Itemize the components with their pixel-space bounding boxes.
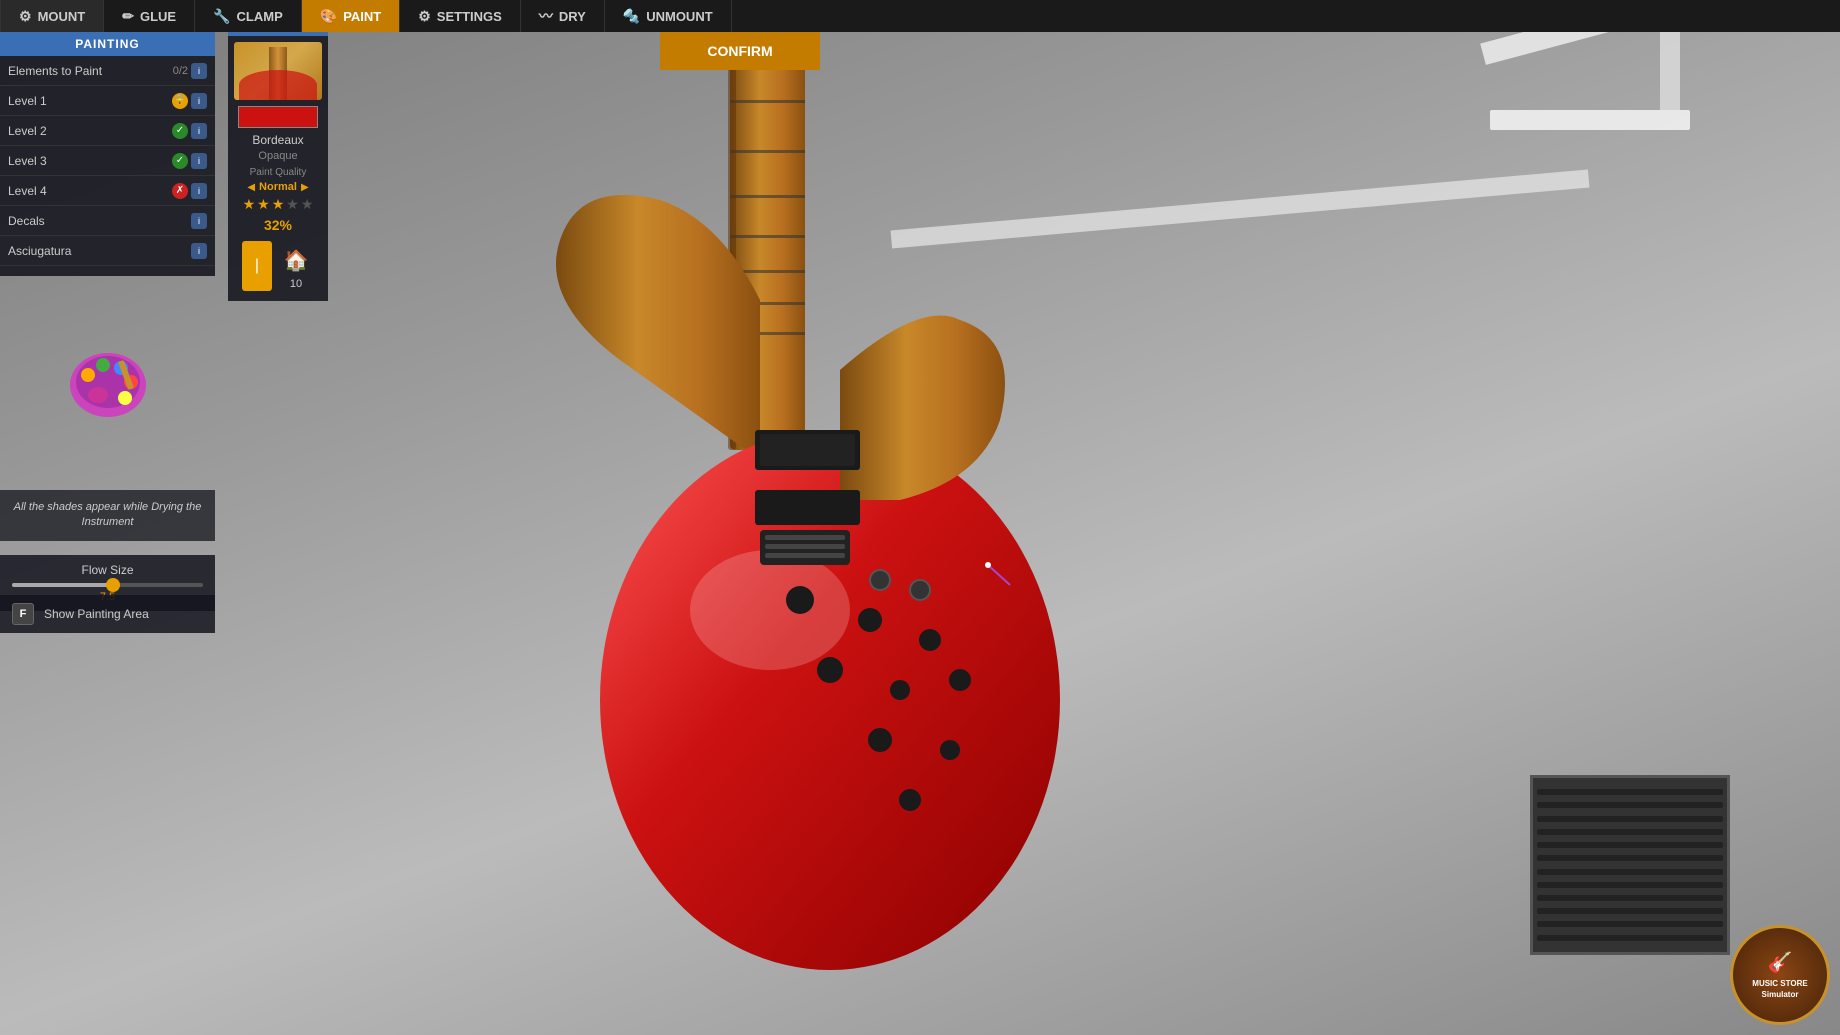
decals-row: Decals i bbox=[0, 206, 215, 236]
level1-row: Level 1 🔒 i bbox=[0, 86, 215, 116]
nav-unmount[interactable]: 🔩 UNMOUNT bbox=[605, 0, 732, 32]
star-2: ★ bbox=[257, 196, 270, 213]
opacity-label: Opaque bbox=[228, 150, 328, 162]
decals-info-icon[interactable]: i bbox=[191, 213, 207, 229]
nav-paint[interactable]: 🎨 PAINT bbox=[302, 0, 400, 32]
level3-status: ✓ bbox=[172, 153, 188, 169]
flow-slider[interactable] bbox=[12, 583, 203, 587]
settings-icon: ⚙ bbox=[418, 8, 431, 25]
guitar-3d bbox=[340, 40, 1240, 1000]
nav-dry-label: DRY bbox=[559, 9, 586, 24]
elements-to-paint-row: Elements to Paint 0/2 i bbox=[0, 56, 215, 86]
paint-tools: | 🏠 10 bbox=[232, 241, 324, 291]
nav-glue-label: GLUE bbox=[140, 9, 176, 24]
level4-label: Level 4 bbox=[8, 184, 168, 198]
show-painting-toggle[interactable]: F Show Painting Area bbox=[0, 595, 215, 633]
star-4: ★ bbox=[286, 196, 299, 213]
asciugatura-info-icon[interactable]: i bbox=[191, 243, 207, 259]
nav-glue[interactable]: ✏ GLUE bbox=[104, 0, 195, 32]
paint-quality-header: Paint Quality bbox=[228, 167, 328, 178]
vent bbox=[1530, 775, 1730, 955]
quality-selector: ◀ Normal ▶ bbox=[228, 181, 328, 193]
level3-row: Level 3 ✓ i bbox=[0, 146, 215, 176]
show-painting-key: F bbox=[12, 603, 34, 625]
elements-info-icon[interactable]: i bbox=[191, 63, 207, 79]
nav-settings-label: SETTINGS bbox=[437, 9, 502, 24]
spray-tool[interactable]: 🏠 10 bbox=[278, 242, 314, 290]
level4-info-icon[interactable]: i bbox=[191, 183, 207, 199]
nav-mount-label: MOUNT bbox=[38, 9, 86, 24]
flow-slider-fill bbox=[12, 583, 117, 587]
nav-settings[interactable]: ⚙ SETTINGS bbox=[400, 0, 521, 32]
star-3: ★ bbox=[272, 196, 285, 213]
unmount-icon: 🔩 bbox=[623, 8, 640, 25]
elements-to-paint-label: Elements to Paint bbox=[8, 64, 173, 78]
mount-icon: ⚙ bbox=[19, 8, 32, 25]
spray-icon: 🏠 bbox=[278, 242, 314, 278]
level4-row: Level 4 ✗ i bbox=[0, 176, 215, 206]
guitar-thumbnail[interactable] bbox=[234, 42, 322, 100]
level1-info-icon[interactable]: i bbox=[191, 93, 207, 109]
info-box: All the shades appear while Drying the I… bbox=[0, 490, 215, 541]
logo-text-line1: MUSIC STORE bbox=[1752, 979, 1807, 989]
nav-clamp[interactable]: 🔧 CLAMP bbox=[195, 0, 302, 32]
nav-clamp-label: CLAMP bbox=[237, 9, 283, 24]
topbar: ⚙ MOUNT ✏ GLUE 🔧 CLAMP 🎨 PAINT ⚙ SETTING… bbox=[0, 0, 1840, 32]
color-swatch[interactable] bbox=[238, 106, 318, 128]
star-5: ★ bbox=[301, 196, 314, 213]
level1-status: 🔒 bbox=[172, 93, 188, 109]
nav-dry[interactable]: 〰 DRY bbox=[521, 0, 605, 32]
level3-label: Level 3 bbox=[8, 154, 168, 168]
brush-icon: | bbox=[242, 241, 272, 291]
quality-next[interactable]: ▶ bbox=[301, 182, 309, 193]
decals-label: Decals bbox=[8, 214, 188, 228]
level2-label: Level 2 bbox=[8, 124, 168, 138]
dry-icon: 〰 bbox=[539, 6, 553, 26]
level3-info-icon[interactable]: i bbox=[191, 153, 207, 169]
stars-rating: ★ ★ ★ ★ ★ bbox=[228, 196, 328, 213]
quality-value: Normal bbox=[259, 181, 297, 193]
level2-status: ✓ bbox=[172, 123, 188, 139]
glue-icon: ✏ bbox=[122, 8, 134, 25]
asciugatura-row: Asciugatura i bbox=[0, 236, 215, 266]
level2-row: Level 2 ✓ i bbox=[0, 116, 215, 146]
level1-label: Level 1 bbox=[8, 94, 168, 108]
star-1: ★ bbox=[243, 196, 256, 213]
logo-icon: 🎸 bbox=[1768, 950, 1793, 975]
game-logo: 🎸 MUSIC STORE Simulator bbox=[1730, 925, 1830, 1025]
color-quality-panel: Bordeaux Opaque Paint Quality ◀ Normal ▶… bbox=[228, 32, 328, 301]
info-text: All the shades appear while Drying the I… bbox=[14, 501, 202, 528]
percent-value: 32% bbox=[228, 217, 328, 233]
nav-mount[interactable]: ⚙ MOUNT bbox=[0, 0, 104, 32]
color-panel-header bbox=[228, 32, 328, 36]
quality-prev[interactable]: ◀ bbox=[247, 182, 255, 193]
confirm-label: CONFIRM bbox=[707, 43, 772, 59]
brush-tool[interactable]: | bbox=[242, 241, 272, 291]
clamp-icon: 🔧 bbox=[213, 8, 230, 25]
color-name: Bordeaux bbox=[228, 133, 328, 147]
paint-count: 10 bbox=[290, 278, 302, 290]
nav-paint-label: PAINT bbox=[343, 9, 381, 24]
level2-info-icon[interactable]: i bbox=[191, 123, 207, 139]
asciugatura-label: Asciugatura bbox=[8, 244, 188, 258]
palette-area bbox=[0, 330, 215, 430]
palette-icon bbox=[63, 340, 153, 420]
paint-icon: 🎨 bbox=[320, 8, 337, 25]
elements-count: 0/2 bbox=[173, 65, 188, 77]
confirm-button[interactable]: CONFIRM bbox=[660, 32, 820, 70]
show-painting-label: Show Painting Area bbox=[44, 607, 149, 621]
left-panel: PAINTING Elements to Paint 0/2 i Level 1… bbox=[0, 32, 215, 276]
level4-status: ✗ bbox=[172, 183, 188, 199]
nav-unmount-label: UNMOUNT bbox=[646, 9, 712, 24]
flow-slider-thumb[interactable] bbox=[106, 578, 120, 592]
panel-title: PAINTING bbox=[0, 32, 215, 56]
flow-size-label: Flow Size bbox=[12, 563, 203, 577]
logo-text-line2: Simulator bbox=[1762, 990, 1799, 1000]
